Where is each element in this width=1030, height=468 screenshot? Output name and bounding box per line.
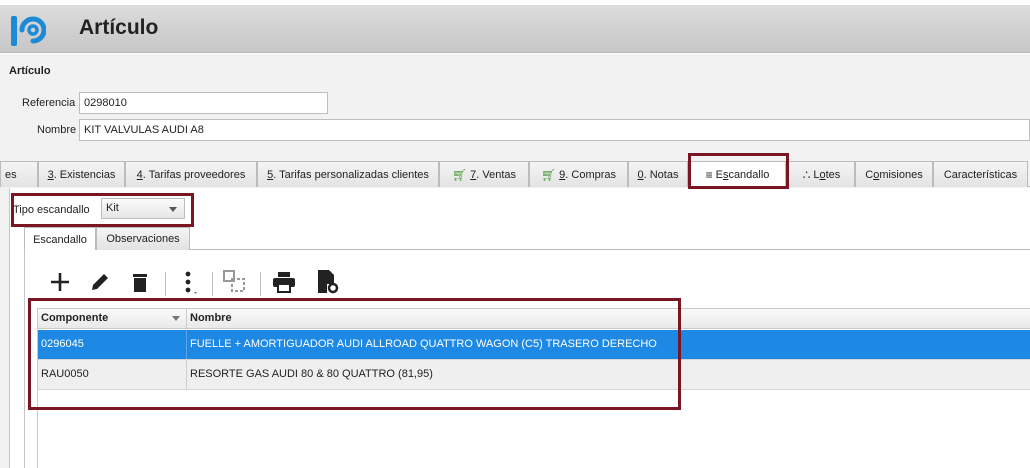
cell-componente: 0296045 — [38, 330, 187, 359]
cell-componente: RAU0050 — [38, 360, 187, 389]
subtab-observaciones[interactable]: Observaciones — [96, 227, 190, 250]
main-tab-strip: es 3. Existencias 4. Tarifas proveedores… — [0, 161, 1030, 188]
window-title-bar: Artículo — [0, 5, 1030, 53]
referencia-input[interactable] — [79, 92, 328, 114]
table-row[interactable]: RAU0050 RESORTE GAS AUDI 80 & 80 QUATTRO… — [38, 360, 1030, 390]
tab-tarifas-proveedores[interactable]: 4. Tarifas proveedores — [125, 161, 257, 187]
subtab-escandallo[interactable]: Escandallo — [24, 227, 96, 251]
app-logo-icon — [11, 16, 46, 46]
grid-toolbar — [40, 266, 360, 302]
tab-partial[interactable]: es — [0, 161, 38, 187]
cart-icon: 🛒︎ — [451, 167, 468, 182]
document-settings-button[interactable] — [313, 266, 343, 298]
lots-icon: ∴ — [802, 167, 811, 182]
tab-caracteristicas[interactable]: Características — [933, 161, 1028, 187]
settings-doc-icon — [318, 270, 339, 294]
section-title: Artículo — [9, 65, 51, 77]
more-options-button[interactable] — [173, 266, 203, 298]
column-header-nombre[interactable]: Nombre — [187, 309, 1030, 329]
add-icon — [51, 273, 69, 291]
tab-lotes[interactable]: ∴ Lo tes — [788, 161, 855, 187]
sort-icon — [172, 316, 180, 321]
subtab-strip: Escandallo Observaciones — [24, 227, 1030, 251]
more-icon — [185, 271, 197, 294]
tab-notas[interactable]: 0. Notas — [628, 161, 688, 187]
column-header-componente[interactable]: Componente — [38, 309, 187, 329]
tipo-escandallo-label: Tipo escandallo — [13, 204, 90, 216]
componentes-grid: Componente Nombre 0296045 FUELLE + AMORT… — [37, 308, 1030, 468]
grid-header: Componente Nombre — [38, 308, 1030, 329]
add-button[interactable] — [45, 266, 75, 298]
page-title: Artículo — [79, 16, 159, 39]
tab-ventas[interactable]: 🛒︎ 7. Ventas — [439, 161, 529, 187]
cart-add-icon: 🛒︎ — [540, 167, 557, 182]
nombre-input[interactable] — [79, 119, 1030, 141]
tab-compras[interactable]: 🛒︎ 9. Compras — [529, 161, 628, 187]
tab-comisiones[interactable]: Co misiones — [855, 161, 933, 187]
tab-tarifas-personalizadas[interactable]: 5. Tarifas personalizadas clientes — [257, 161, 439, 187]
tipo-escandallo-select[interactable]: Kit — [101, 198, 185, 219]
referencia-label: Referencia — [22, 97, 76, 109]
chevron-down-icon — [169, 207, 177, 212]
edit-icon — [92, 274, 108, 290]
delete-button[interactable] — [125, 266, 155, 298]
delete-icon — [133, 274, 147, 292]
nombre-label: Nombre — [37, 124, 77, 136]
tab-escandallo[interactable]: ≡ Es candallo — [689, 161, 786, 188]
print-icon — [273, 272, 295, 293]
table-row[interactable]: 0296045 FUELLE + AMORTIGUADOR AUDI ALLRO… — [38, 330, 1030, 360]
print-button[interactable] — [269, 266, 299, 298]
edit-button[interactable] — [85, 266, 115, 298]
tree-icon: ≡ — [705, 168, 713, 182]
cell-nombre: RESORTE GAS AUDI 80 & 80 QUATTRO (81,95) — [190, 368, 433, 380]
copy-icon — [223, 270, 245, 292]
copy-button[interactable] — [220, 266, 250, 298]
tab-existencias[interactable]: 3. Existencias — [38, 161, 125, 187]
cell-nombre: FUELLE + AMORTIGUADOR AUDI ALLROAD QUATT… — [190, 338, 657, 350]
